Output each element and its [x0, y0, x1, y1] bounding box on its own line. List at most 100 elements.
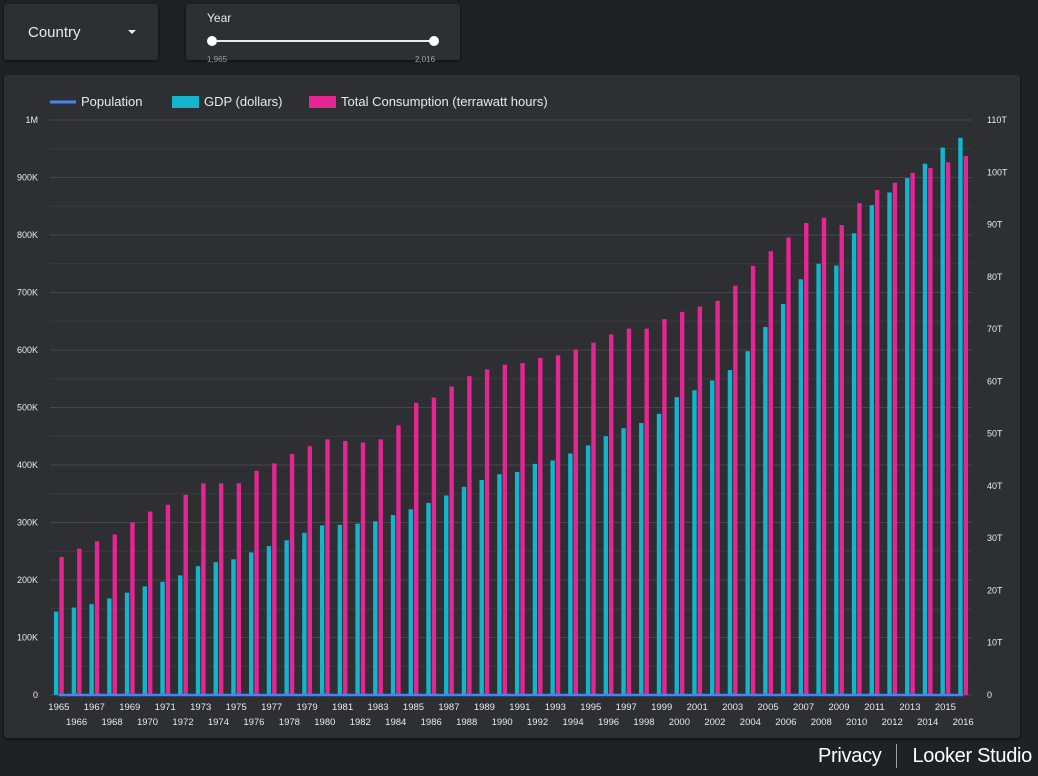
x-tick-label: 1989: [474, 702, 495, 713]
consumption-bar: [343, 440, 348, 695]
gdp-bar: [142, 586, 148, 695]
slider-max-handle[interactable]: [429, 36, 439, 46]
x-tick-label: 1997: [616, 702, 637, 713]
consumption-bar: [609, 334, 614, 695]
x-tick-label: 1982: [350, 717, 371, 728]
x-tick-label: 1972: [172, 717, 193, 728]
x-tick-label: 2001: [687, 702, 708, 713]
privacy-link[interactable]: Privacy: [818, 745, 882, 768]
slider-min-handle[interactable]: [207, 36, 217, 46]
x-tick-label: 2008: [811, 717, 832, 728]
x-tick-label: 1996: [598, 717, 619, 728]
x-tick-label: 1978: [279, 717, 300, 728]
x-tick-label: 1980: [314, 717, 335, 728]
consumption-bar: [431, 397, 437, 695]
x-tick-label: 1970: [137, 717, 158, 728]
x-tick-label: 1966: [66, 717, 87, 728]
consumption-bar: [839, 225, 844, 695]
left-tick-label: 600K: [17, 345, 38, 355]
consumption-bar: [484, 369, 490, 695]
consumption-bar: [77, 548, 82, 695]
gdp-bar: [834, 265, 839, 695]
gdp-bar: [568, 453, 573, 695]
gdp-bar: [373, 521, 378, 695]
looker-studio-logo[interactable]: Looker Studio: [912, 745, 1032, 768]
bar-series: [53, 137, 969, 696]
consumption-bar: [555, 355, 561, 695]
right-tick-label: 0: [987, 690, 992, 700]
left-tick-label: 200K: [17, 575, 38, 585]
legend-gdp-swatch: [172, 96, 199, 108]
chevron-down-icon[interactable]: [128, 30, 136, 34]
x-tick-label: 1968: [101, 717, 122, 728]
left-tick-label: 500K: [17, 403, 38, 413]
left-tick-label: 100K: [17, 633, 38, 643]
gdp-bar: [780, 304, 786, 695]
combo-chart: 0100K200K300K400K500K600K700K800K900K1M …: [17, 94, 1008, 728]
x-tick-label: 1993: [545, 702, 566, 713]
consumption-bar: [963, 156, 969, 695]
year-slider-title: Year: [207, 11, 232, 25]
gdp-bar: [160, 581, 165, 695]
gdp-bar: [408, 509, 413, 695]
x-tick-label: 1990: [492, 717, 513, 728]
right-tick-label: 20T: [987, 585, 1003, 595]
consumption-bar: [715, 300, 720, 695]
x-tick-label: 2010: [846, 717, 867, 728]
consumption-bar: [396, 425, 401, 695]
consumption-bar: [892, 182, 898, 695]
year-range-slider[interactable]: Year 1,965 2,016: [186, 4, 460, 64]
x-tick-label: 1988: [456, 717, 477, 728]
x-tick-label: 2007: [793, 702, 814, 713]
gdp-bar: [390, 515, 396, 695]
x-tick-label: 2003: [722, 702, 743, 713]
consumption-bar: [768, 251, 773, 696]
consumption-bar: [201, 483, 206, 695]
country-dropdown-label: Country: [28, 23, 81, 41]
gdp-bar: [621, 428, 626, 695]
gdp-bar: [816, 263, 821, 695]
consumption-bar: [538, 357, 543, 695]
slider-track[interactable]: [212, 40, 434, 42]
consumption-bar: [750, 265, 756, 695]
x-tick-label: 2009: [828, 702, 849, 713]
x-tick-label: 1969: [119, 702, 140, 713]
consumption-bar: [733, 285, 738, 695]
x-tick-label: 2011: [864, 702, 884, 713]
gdp-bar: [337, 524, 343, 695]
x-tick-label: 2002: [704, 717, 725, 728]
gdp-bar: [958, 137, 963, 695]
gdp-bar: [514, 471, 520, 695]
x-tick-label: 1971: [155, 702, 176, 713]
consumption-bar: [165, 504, 171, 695]
gdp-bar: [231, 559, 236, 695]
consumption-bar: [112, 534, 117, 695]
gdp-bar: [479, 479, 484, 695]
right-tick-label: 70T: [987, 324, 1003, 334]
gdp-bar: [603, 436, 609, 695]
right-tick-label: 50T: [987, 429, 1003, 439]
gdp-bar: [656, 413, 662, 695]
x-tick-label: 1992: [527, 717, 548, 728]
chart-legend: Population GDP (dollars) Total Consumption…: [50, 94, 548, 109]
country-dropdown[interactable]: Country: [4, 4, 158, 60]
right-axis: 0 10T 20T 30T 40T 50T 60T 70T 80T 90T 100T 110T: [987, 115, 1008, 700]
gdp-bar: [692, 390, 697, 695]
gdp-bar: [745, 351, 750, 695]
right-tick-label: 100T: [987, 167, 1008, 177]
right-tick-label: 110T: [987, 115, 1007, 125]
consumption-bar: [857, 203, 862, 695]
consumption-bar: [644, 328, 649, 695]
left-tick-label: 900K: [17, 173, 38, 183]
consumption-bar: [218, 483, 224, 695]
chart-panel: 0 100K 200K 300K 400K 500K 600K 700K 800K 900K 1M …: [4, 75, 1020, 738]
x-tick-label: 2015: [935, 702, 956, 713]
gdp-bar: [89, 604, 94, 695]
gdp-bar: [585, 445, 591, 695]
x-tick-label: 2005: [758, 702, 779, 713]
left-axis: 0 100K 200K 300K 400K 500K 600K 700K 800K 900K 1M: [17, 115, 38, 700]
gdp-bar: [727, 370, 733, 695]
consumption-bar: [449, 386, 454, 695]
gdp-bar: [922, 163, 928, 695]
consumption-bar: [697, 306, 703, 695]
